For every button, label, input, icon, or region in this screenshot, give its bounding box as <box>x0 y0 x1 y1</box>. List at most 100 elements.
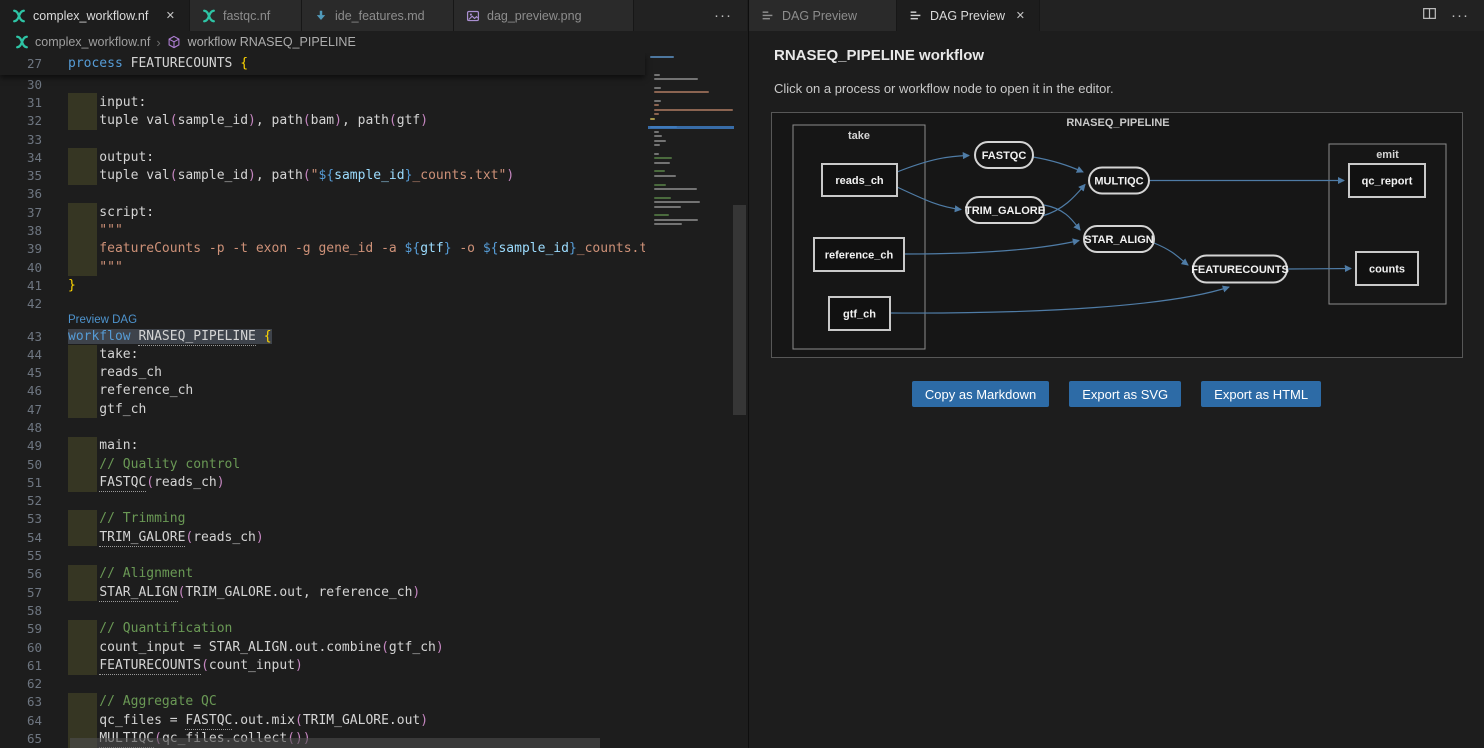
tab-dag-preview[interactable]: DAG Preview✕ <box>897 0 1040 31</box>
tab-fastqc-nf[interactable]: fastqc.nf <box>190 0 302 31</box>
line-text: take: <box>42 347 138 362</box>
code-line-50[interactable]: 50 // Quality control <box>0 455 645 473</box>
code-line-45[interactable]: 45 reads_ch <box>0 363 645 381</box>
code-line-63[interactable]: 63 // Aggregate QC <box>0 693 645 711</box>
vertical-scrollbar[interactable] <box>733 205 746 415</box>
line-number: 50 <box>0 457 42 472</box>
line-number: 48 <box>0 420 42 435</box>
dag-node-FASTQC[interactable]: FASTQC <box>975 142 1033 168</box>
line-text: // Aggregate QC <box>42 694 217 709</box>
code-line-60[interactable]: 60 count_input = STAR_ALIGN.out.combine(… <box>0 638 645 656</box>
code-line-35[interactable]: 35 tuple val(sample_id), path("${sample_… <box>0 166 645 184</box>
code-line-36[interactable]: 36 <box>0 185 645 203</box>
tab-complex-workflow-nf[interactable]: complex_workflow.nf✕ <box>0 0 190 31</box>
code-line-64[interactable]: 64 qc_files = FASTQC.out.mix(TRIM_GALORE… <box>0 711 645 729</box>
code-line-42[interactable]: 42 <box>0 295 645 313</box>
code-line-38[interactable]: 38 """ <box>0 221 645 239</box>
dag-node-gtf_ch[interactable]: gtf_ch <box>829 297 890 330</box>
code-line-40[interactable]: 40 """ <box>0 258 645 276</box>
image-icon <box>465 8 480 23</box>
code-line-58[interactable]: 58 <box>0 601 645 619</box>
line-number: 32 <box>0 113 42 128</box>
split-editor-icon[interactable] <box>1422 6 1437 26</box>
dag-node-MULTIQC[interactable]: MULTIQC <box>1089 168 1149 194</box>
minimap-line <box>654 113 659 115</box>
minimap[interactable] <box>648 53 734 748</box>
close-icon[interactable]: ✕ <box>163 8 178 23</box>
dag-node-FEATURECOUNTS[interactable]: FEATURECOUNTS <box>1191 256 1289 283</box>
code-line-48[interactable]: 48 <box>0 418 645 436</box>
code-line-49[interactable]: 49 main: <box>0 437 645 455</box>
code-line-57[interactable]: 57 STAR_ALIGN(TRIM_GALORE.out, reference… <box>0 583 645 601</box>
svg-text:STAR_ALIGN: STAR_ALIGN <box>1084 234 1154 246</box>
nextflow-icon <box>11 8 26 23</box>
editor-tab-bar: complex_workflow.nf✕ fastqc.nf ide_feature… <box>0 0 747 31</box>
code-line-32[interactable]: 32 tuple val(sample_id), path(bam), path… <box>0 112 645 130</box>
dag-node-TRIM_GALORE[interactable]: TRIM_GALORE <box>965 197 1045 223</box>
line-number: 35 <box>0 168 42 183</box>
code-line-31[interactable]: 31 input: <box>0 93 645 111</box>
dag-edge-reads_ch-to-TRIM_GALORE <box>897 187 961 210</box>
dag-edge-FEATURECOUNTS-to-counts <box>1287 269 1351 270</box>
code-line-55[interactable]: 55 <box>0 546 645 564</box>
breadcrumb-file[interactable]: complex_workflow.nf <box>35 35 150 49</box>
close-icon[interactable]: ✕ <box>1013 8 1028 23</box>
minimap-line <box>654 170 666 172</box>
code-line-30[interactable]: 30 <box>0 75 645 93</box>
tab-dag-preview[interactable]: DAG Preview <box>749 0 897 31</box>
code-line-53[interactable]: 53 // Trimming <box>0 510 645 528</box>
breadcrumb[interactable]: complex_workflow.nf › workflow RNASEQ_PI… <box>0 31 747 53</box>
code-line-43[interactable]: 43workflow RNASEQ_PIPELINE { <box>0 327 645 345</box>
minimap-line <box>654 153 659 155</box>
code-line-33[interactable]: 33 <box>0 130 645 148</box>
preview-tab-bar: DAG PreviewDAG Preview✕ ··· <box>749 0 1484 31</box>
line-number: 51 <box>0 475 42 490</box>
line-number: 27 <box>0 56 42 71</box>
dag-node-reads_ch[interactable]: reads_ch <box>822 164 897 196</box>
more-actions-icon[interactable]: ··· <box>714 11 732 21</box>
code-line-51[interactable]: 51 FASTQC(reads_ch) <box>0 473 645 491</box>
code-line-47[interactable]: 47 gtf_ch <box>0 400 645 418</box>
dag-node-counts[interactable]: counts <box>1356 252 1418 285</box>
line-number: 33 <box>0 132 42 147</box>
line-text: } <box>42 278 76 293</box>
dag-node-reference_ch[interactable]: reference_ch <box>814 238 904 271</box>
code-line-34[interactable]: 34 output: <box>0 148 645 166</box>
code-line-56[interactable]: 56 // Alignment <box>0 565 645 583</box>
code-line-41[interactable]: 41} <box>0 276 645 294</box>
code-line-52[interactable]: 52 <box>0 492 645 510</box>
breadcrumb-symbol[interactable]: workflow RNASEQ_PIPELINE <box>188 35 356 49</box>
code-line-39[interactable]: 39 featureCounts -p -t exon -g gene_id -… <box>0 240 645 258</box>
minimap-line <box>654 109 734 111</box>
code-line-61[interactable]: 61 FEATURECOUNTS(count_input) <box>0 656 645 674</box>
copy-as-markdown-button[interactable]: Copy as Markdown <box>912 381 1049 407</box>
tab-dag-preview-png[interactable]: dag_preview.png <box>454 0 634 31</box>
line-text: count_input = STAR_ALIGN.out.combine(gtf… <box>42 640 444 655</box>
minimap-line <box>654 135 662 137</box>
code-line-46[interactable]: 46 reference_ch <box>0 382 645 400</box>
dag-node-qc_report[interactable]: qc_report <box>1349 164 1425 197</box>
code-line-54[interactable]: 54 TRIM_GALORE(reads_ch) <box>0 528 645 546</box>
line-number: 62 <box>0 676 42 691</box>
tab-label: fastqc.nf <box>223 9 270 23</box>
sticky-scroll-line[interactable]: 27process FEATURECOUNTS { <box>0 53 645 75</box>
dag-node-STAR_ALIGN[interactable]: STAR_ALIGN <box>1084 226 1154 252</box>
more-actions-icon[interactable]: ··· <box>1451 11 1469 21</box>
dag-cluster-label-emit: emit <box>1376 149 1399 161</box>
code-editor[interactable]: 27process FEATURECOUNTS { 3031 input:32 … <box>0 53 747 748</box>
code-line-59[interactable]: 59 // Quantification <box>0 620 645 638</box>
code-line-62[interactable]: 62 <box>0 675 645 693</box>
line-text: // Trimming <box>42 511 185 526</box>
code-line-37[interactable]: 37 script: <box>0 203 645 221</box>
minimap-line <box>654 91 710 93</box>
export-as-svg-button[interactable]: Export as SVG <box>1069 381 1181 407</box>
line-number: 65 <box>0 731 42 746</box>
code-line-27[interactable]: 27process FEATURECOUNTS { <box>0 53 645 74</box>
horizontal-scrollbar[interactable] <box>70 738 600 748</box>
svg-text:MULTIQC: MULTIQC <box>1094 176 1143 188</box>
codelens-preview-dag[interactable]: Preview DAG <box>0 313 645 327</box>
line-number: 38 <box>0 223 42 238</box>
tab-ide-features-md[interactable]: ide_features.md <box>302 0 454 31</box>
code-line-44[interactable]: 44 take: <box>0 345 645 363</box>
export-as-html-button[interactable]: Export as HTML <box>1201 381 1321 407</box>
